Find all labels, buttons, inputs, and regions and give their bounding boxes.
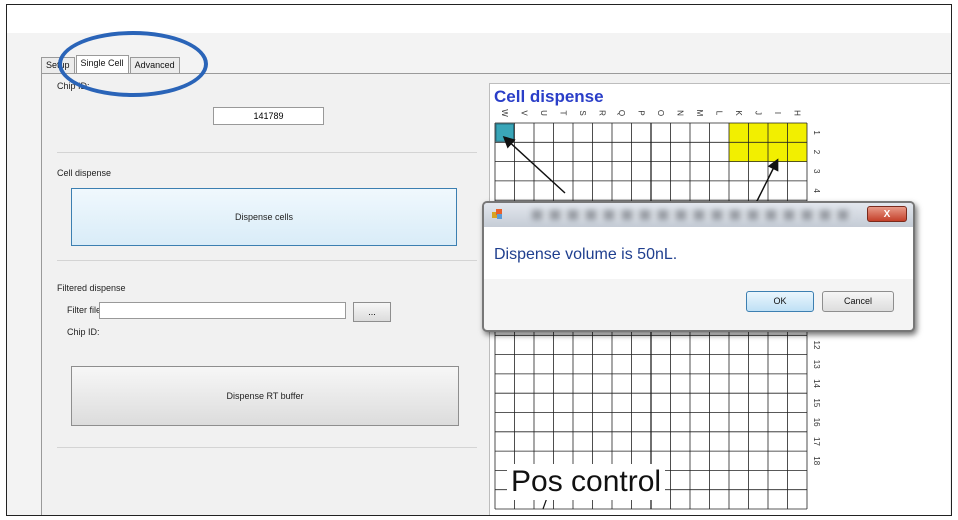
highlighted-cell[interactable] <box>787 123 808 143</box>
column-header: V <box>519 110 528 116</box>
dialog-body: Dispense volume is 50nL. <box>484 227 913 279</box>
column-header: O <box>656 110 665 116</box>
column-header: L <box>714 111 723 116</box>
highlighted-cell[interactable] <box>787 142 808 162</box>
row-header: 18 <box>812 456 821 465</box>
column-header: J <box>753 111 762 115</box>
column-header: S <box>578 110 587 115</box>
column-header: Q <box>617 110 626 116</box>
ok-button[interactable]: OK <box>746 291 814 312</box>
close-button[interactable]: X <box>867 206 907 222</box>
pos-control-annotation: Pos control <box>507 464 666 500</box>
column-header: H <box>792 110 801 116</box>
row-header: 4 <box>812 188 821 193</box>
highlighted-cell[interactable] <box>729 142 749 162</box>
row-header: 14 <box>812 379 821 388</box>
app-window: Setup Single Cell Advanced Chip ID: 1417… <box>6 4 952 516</box>
dialog-title-obscured <box>532 210 852 220</box>
row-header: 16 <box>812 418 821 427</box>
highlighted-cell[interactable] <box>768 123 788 143</box>
column-header: K <box>734 110 743 116</box>
column-header: M <box>695 110 704 117</box>
row-header: 15 <box>812 398 821 407</box>
column-header: N <box>675 110 684 116</box>
tab-highlight-circle <box>58 31 208 97</box>
column-header: I <box>773 112 782 114</box>
row-header: 13 <box>812 360 821 369</box>
column-header: P <box>636 110 645 115</box>
row-header: 1 <box>812 130 821 135</box>
column-header: R <box>597 110 606 116</box>
column-header: U <box>539 110 548 116</box>
column-header: T <box>558 111 567 116</box>
message-dialog: X Dispense volume is 50nL. OK Cancel <box>482 201 915 332</box>
row-header: 3 <box>812 169 821 174</box>
column-header: W <box>500 109 509 117</box>
arrow-to-selected <box>502 135 566 194</box>
dialog-message: Dispense volume is 50nL. <box>494 246 678 263</box>
dialog-titlebar[interactable]: X <box>484 203 913 227</box>
row-header: 17 <box>812 437 821 446</box>
row-header: 2 <box>812 150 821 155</box>
highlighted-cell[interactable] <box>748 142 769 162</box>
highlighted-cell[interactable] <box>729 123 749 143</box>
highlighted-cell[interactable] <box>748 123 769 143</box>
row-header: 12 <box>812 340 821 349</box>
cancel-button[interactable]: Cancel <box>822 291 894 312</box>
highlighted-cell[interactable] <box>768 142 788 162</box>
app-icon <box>492 209 502 219</box>
